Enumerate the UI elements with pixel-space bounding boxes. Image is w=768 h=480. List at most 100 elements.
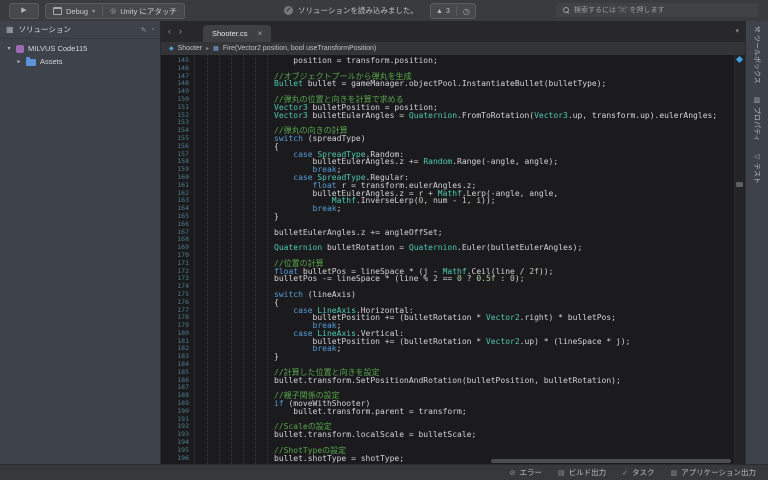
config-label[interactable]: Debug <box>66 7 88 16</box>
code-line: 174 <box>161 282 735 291</box>
code-line: 154//弾丸の向きの計算 <box>161 126 735 135</box>
statusbar-tasks-button[interactable]: ✓ タスク <box>622 467 654 478</box>
code-line: 169 Quaternion bulletRotation = Quaternio… <box>161 243 735 253</box>
tree-item-assets[interactable]: ▸ Assets <box>0 55 160 68</box>
panel-tab-tests[interactable]: ▽ テスト <box>752 154 762 183</box>
solution-pad-title: ソリューション <box>18 25 71 34</box>
warning-count: 3 <box>445 7 450 15</box>
code-line: 188//親子関係の設定 <box>161 391 735 400</box>
code-line: 159 break; <box>161 165 735 174</box>
code-text: Quaternion bulletRotation = Quaternion.E… <box>274 243 583 253</box>
run-button[interactable]: ▶ <box>9 3 39 19</box>
code-line: 164 break; <box>161 204 735 213</box>
panel-tab-properties[interactable]: ▤ プロパティ <box>752 97 762 141</box>
tab-overflow-icon[interactable]: ▾ <box>735 27 739 35</box>
error-icon: ⊘ <box>509 469 516 477</box>
code-line: 170 <box>161 251 735 260</box>
chevron-down-icon: ▾ <box>92 8 96 15</box>
solution-tree: ▾ MILVUS Code115 ▸ Assets <box>0 39 160 68</box>
horizontal-scrollbar-thumb[interactable] <box>491 459 731 463</box>
folder-icon <box>26 57 36 66</box>
edit-icon[interactable]: ✎ <box>141 26 147 34</box>
scrollbar-thumb[interactable] <box>736 182 743 187</box>
expander-icon[interactable]: ▸ <box>16 58 22 65</box>
code-line: 195//ShotTypeの設定 <box>161 446 735 455</box>
solution-icon <box>16 44 24 53</box>
navigate-back-button[interactable]: ‹ <box>168 25 171 37</box>
expander-icon[interactable]: ▾ <box>6 45 12 52</box>
close-icon[interactable]: × <box>257 29 262 38</box>
method-icon: ▦ <box>213 46 219 52</box>
statusbar-app-output-button[interactable]: ▥ アプリケーション出力 <box>671 467 756 478</box>
breadcrumb-member[interactable]: Fire(Vector2 position, bool useTransform… <box>223 45 376 52</box>
tab-shooter-cs[interactable]: Shooter.cs × <box>203 25 272 42</box>
code-line: 150//弾丸の位置と向きを計算で求める <box>161 95 735 104</box>
attach-icon: ◎ <box>110 8 117 15</box>
statusbar-build-output-button[interactable]: ▤ ビルド出力 <box>558 467 606 478</box>
run-configuration-group[interactable]: Debug ▾ ◎ Unity にアタッチ <box>45 3 185 19</box>
code-line: 165} <box>161 212 735 221</box>
code-line: 146 <box>161 64 735 73</box>
code-line: 145 position = transform.position; <box>161 56 735 65</box>
code-editor[interactable]: 145 position = transform.position; 146 147… <box>161 55 745 464</box>
panel-tab-toolbox[interactable]: ⚒ ツールボックス <box>752 26 762 84</box>
code-line: 163 Mathf.InverseLerp(0, num - 1, i)); <box>161 196 735 206</box>
code-line: 155 switch (spreadType) <box>161 133 735 143</box>
code-line: 183} <box>161 352 735 361</box>
vertical-scrollbar[interactable] <box>734 55 745 464</box>
code-text: switch (spreadType) <box>274 133 366 143</box>
code-text: Mathf.InverseLerp(0, num - 1, i)); <box>331 196 496 206</box>
code-line: 153 <box>161 119 735 127</box>
panel-tab-label: テスト <box>753 162 760 184</box>
code-line: 187 <box>161 384 735 392</box>
warning-icon: ▲ <box>436 7 443 15</box>
navigate-forward-button[interactable]: › <box>179 25 182 37</box>
statusbar-error-button[interactable]: ⊘ エラー <box>510 467 542 478</box>
code-line: 166 <box>161 220 735 229</box>
tests-icon: ▽ <box>753 154 760 160</box>
tree-item-label: Assets <box>40 57 63 66</box>
divider <box>102 6 104 16</box>
search-placeholder: 検索するには '⌘' を押します <box>574 7 665 14</box>
solution-status-message: ✓ ソリューションを読み込みました。 <box>284 3 418 17</box>
code-line: 190 bullet.transform.parent = transform; <box>161 407 735 416</box>
chevron-right-icon: ▸ <box>206 46 210 52</box>
code-line: 193 bullet.transform.localScale = bulletS… <box>161 430 735 439</box>
nav-arrows: ‹ › <box>168 25 182 37</box>
attach-unity-button[interactable]: Unity にアタッチ <box>120 6 177 17</box>
code-line: 148 Bullet bullet = gameManager.objectPoo… <box>161 80 735 88</box>
code-line: 194 <box>161 438 735 447</box>
history-icon[interactable]: ◷ <box>463 7 470 16</box>
solution-pad-header: ▦ ソリューション ✎ ▫ <box>0 21 160 39</box>
caret-position-marker <box>735 55 744 64</box>
code-text: bullet.transform.SetPositionAndRotation(… <box>274 375 621 385</box>
code-text: bulletPosition += (bulletRotation * Vect… <box>274 336 631 346</box>
build-warnings-group[interactable]: ▲ 3 ◷ <box>430 3 476 19</box>
solution-pad: ▦ ソリューション ✎ ▫ ▾ MILVUS Code115 ▸ Assets <box>0 21 161 464</box>
build-output-icon: ▤ <box>558 469 565 477</box>
dock-icon[interactable]: ▫ <box>152 26 154 34</box>
code-line: 175 switch (lineAxis) <box>161 290 735 299</box>
code-text: bulletPosition += (bulletRotation * Vect… <box>274 313 616 323</box>
breadcrumb-class[interactable]: Shooter <box>178 45 203 52</box>
statusbar-label: ビルド出力 <box>568 468 607 477</box>
status-text: ソリューションを読み込みました。 <box>298 5 418 15</box>
ide-window: ▶ Debug ▾ ◎ Unity にアタッチ ✓ ソリューションを読み込みまし… <box>0 0 768 480</box>
global-search-input[interactable]: 検索するには '⌘' を押します <box>556 3 758 17</box>
panel-tab-label: ツールボックス <box>753 35 760 85</box>
right-tool-strip: ⚒ ツールボックス ▤ プロパティ ▽ テスト <box>745 21 768 464</box>
toolbox-icon: ⚒ <box>753 26 760 33</box>
code-line: 158 bulletEulerAngles.z += Random.Range(… <box>161 158 735 166</box>
tree-item-milvus-code115[interactable]: ▾ MILVUS Code115 <box>0 42 160 55</box>
editor-tab-bar: ‹ › Shooter.cs × ▾ <box>161 21 745 42</box>
class-icon: ◆ <box>169 46 174 52</box>
solution-pad-tools: ✎ ▫ <box>141 26 154 34</box>
breadcrumb: ◆ Shooter ▸ ▦ Fire(Vector2 position, boo… <box>161 42 745 55</box>
tasks-icon: ✓ <box>622 469 629 477</box>
line-number: 196 <box>177 453 189 462</box>
